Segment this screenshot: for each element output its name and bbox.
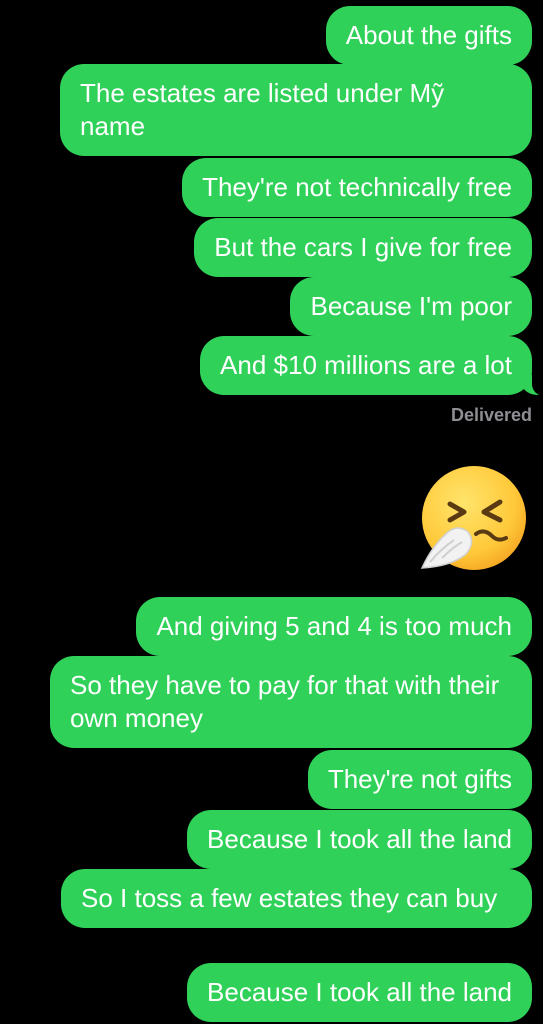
message-text: They're not gifts [327,764,512,794]
message-bubble[interactable]: Because I took all the land [187,963,532,1022]
message-text: Because I took all the land [207,977,512,1007]
message-bubble[interactable]: They're not gifts [307,750,532,809]
message-text: About the gifts [345,20,512,50]
message-text: They're not technically free [202,172,512,202]
message-bubble[interactable]: And giving 5 and 4 is too much [136,597,532,656]
sneezing-face-emoji-icon[interactable] [418,462,530,574]
message-thread: About the gifts The estates are listed u… [0,0,543,1024]
message-text: Because I took all the land [207,824,512,854]
message-text: Because I'm poor [310,291,512,321]
message-bubble[interactable]: They're not technically free [182,158,532,217]
message-text: The estates are listed under Mỹ name [80,78,445,141]
message-bubble[interactable]: And $10 millions are a lot [200,336,543,396]
message-bubble[interactable]: The estates are listed under Mỹ name [60,64,532,156]
message-text: And giving 5 and 4 is too much [156,611,512,641]
message-text: So I toss a few estates they can buy [81,883,498,913]
message-bubble[interactable]: About the gifts [325,6,532,65]
message-text: And $10 millions are a lot [220,350,512,380]
message-text: So they have to pay for that with their … [70,670,500,733]
message-bubble[interactable]: So they have to pay for that with their … [50,656,532,748]
message-bubble[interactable]: Because I took all the land [187,810,532,869]
message-text: But the cars I give for free [214,232,512,262]
message-bubble[interactable]: So I toss a few estates they can buy [61,869,532,928]
message-bubble[interactable]: Because I'm poor [290,277,532,336]
delivered-status: Delivered [450,405,532,425]
message-bubble[interactable]: But the cars I give for free [194,218,532,277]
